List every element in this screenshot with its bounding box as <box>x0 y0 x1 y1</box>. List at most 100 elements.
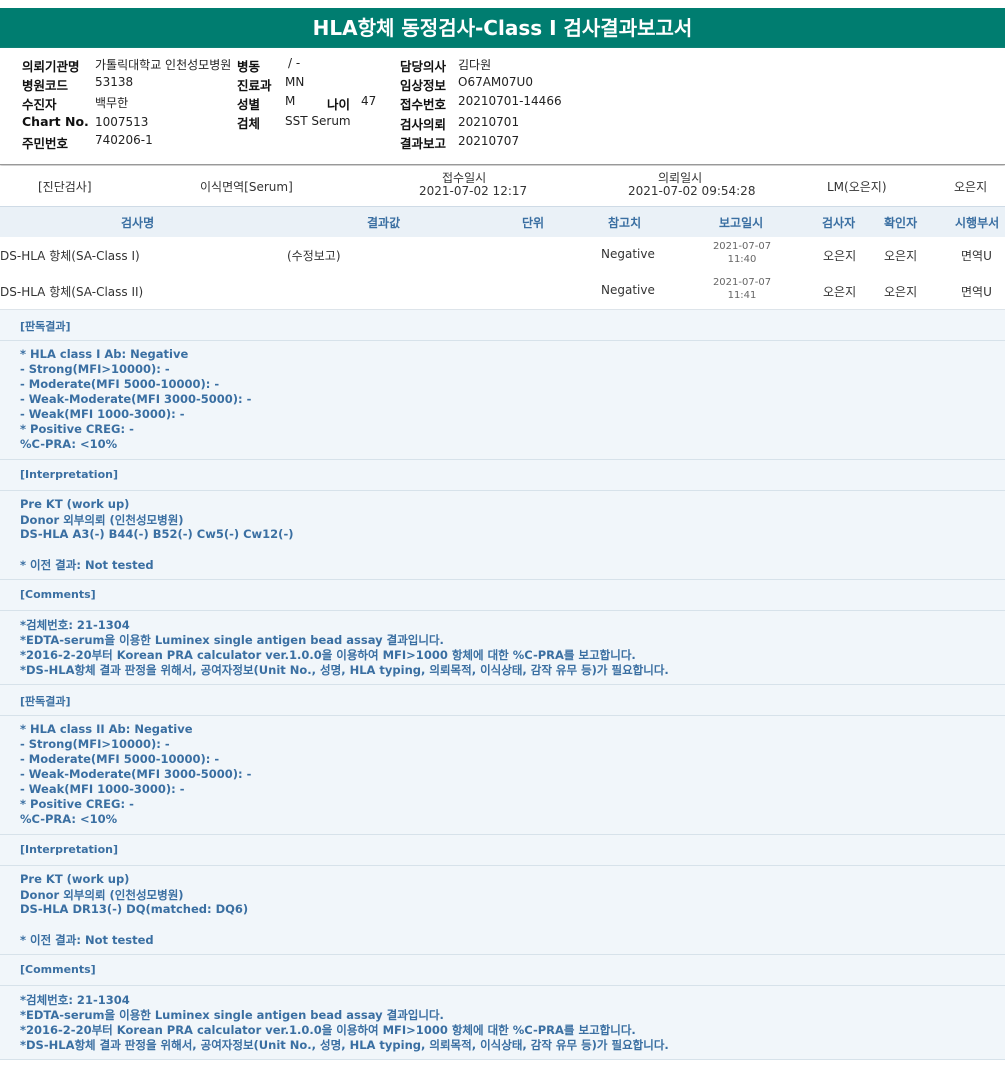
text-line: Donor 외부의뢰 (인천성모병원) <box>20 513 184 527</box>
report-date: 2021-07-07 <box>712 277 772 288</box>
hospital-code-label: 병원코드 <box>22 78 69 93</box>
test-name: DS-HLA 항체(SA-Class I) <box>0 249 140 263</box>
text-line: * 이전 결과: Not tested <box>20 558 154 572</box>
text-line: - Strong(MFI>10000): - <box>20 737 170 751</box>
text-line: %C-PRA: <10% <box>20 812 118 826</box>
table-row[interactable]: DS-HLA 항체(SA-Class I) (수정보고) Negative 20… <box>0 237 1005 274</box>
table-header: 검사명 결과값 단위 참고치 보고일시 검사자 확인자 시행부서 <box>0 206 1005 238</box>
text-line: DS-HLA A3(-) B44(-) B52(-) Cw5(-) Cw12(-… <box>20 527 294 541</box>
sex-label: 성별 <box>237 97 261 112</box>
hospital-value: 가톨릭대학교 인천성모병원 <box>95 58 232 72</box>
section-title: [Interpretation] <box>20 843 118 856</box>
id-value: 740206-1 <box>95 133 153 147</box>
text-line: * HLA class I Ab: Negative <box>20 347 189 361</box>
section-title: [판독결과] <box>20 320 71 333</box>
section-title: [Comments] <box>20 963 96 976</box>
hospital-code-value: 53138 <box>95 75 134 89</box>
text-line: * Positive CREG: - <box>20 797 134 811</box>
hospital-label: 의뢰기관명 <box>22 59 80 74</box>
staff-name: 오은지 <box>954 180 988 194</box>
section-header: [Comments] <box>0 580 1005 611</box>
request-date-label: 검사의뢰 <box>400 117 447 132</box>
text-line: - Moderate(MFI 5000-10000): - <box>20 377 220 391</box>
reference-value: Negative <box>601 247 655 261</box>
section-body: *검체번호: 21-1304 *EDTA-serum을 이용한 Luminex … <box>0 986 1005 1060</box>
specimen-value: SST Serum <box>285 114 351 128</box>
name-label: 수진자 <box>22 97 57 112</box>
section-header: [Interpretation] <box>0 835 1005 866</box>
specimen-label: 검체 <box>237 116 261 131</box>
reception-bar: [진단검사] 이식면역[Serum] 접수일시 2021-07-02 12:17… <box>0 166 1005 206</box>
section-body: Pre KT (work up) Donor 외부의뢰 (인천성모병원) DS-… <box>0 491 1005 580</box>
col-test-name: 검사명 <box>121 216 155 230</box>
section-body: Pre KT (work up) Donor 외부의뢰 (인천성모병원) DS-… <box>0 866 1005 955</box>
section-header: [판독결과] <box>0 310 1005 341</box>
text-line: *검체번호: 21-1304 <box>20 618 130 632</box>
text-line: DS-HLA DR13(-) DQ(matched: DQ6) <box>20 902 249 916</box>
test-name: DS-HLA 항체(SA-Class II) <box>0 285 144 299</box>
section-header: [Interpretation] <box>0 460 1005 491</box>
text-line: *2016-2-20부터 Korean PRA calculator ver.1… <box>20 1023 636 1037</box>
col-dept: 시행부서 <box>955 216 1000 230</box>
section-body: * HLA class I Ab: Negative - Strong(MFI>… <box>0 341 1005 460</box>
section-title: [판독결과] <box>20 695 71 708</box>
col-tester: 검사자 <box>822 216 856 230</box>
doctor-value: 김다원 <box>458 58 492 72</box>
clinical-label: 임상정보 <box>400 78 447 93</box>
text-line: - Moderate(MFI 5000-10000): - <box>20 752 220 766</box>
col-result: 결과값 <box>367 216 401 230</box>
doctor-label: 담당의사 <box>400 59 447 74</box>
text-line: - Weak(MFI 1000-3000): - <box>20 782 185 796</box>
age-value: 47 <box>361 94 377 108</box>
section-title: [Comments] <box>20 588 96 601</box>
table-row[interactable]: DS-HLA 항체(SA-Class II) Negative 2021-07-… <box>0 273 1005 310</box>
tester-name: 오은지 <box>823 285 857 299</box>
staff-lm: LM(오은지) <box>827 180 887 194</box>
section-header: [판독결과] <box>0 685 1005 716</box>
section-body: *검체번호: 21-1304 *EDTA-serum을 이용한 Luminex … <box>0 611 1005 685</box>
sex-value: M <box>285 94 296 108</box>
text-line: * Positive CREG: - <box>20 422 134 436</box>
text-line: - Strong(MFI>10000): - <box>20 362 170 376</box>
reference-value: Negative <box>601 283 655 297</box>
reception-no-label: 접수번호 <box>400 97 447 112</box>
section-header: [Comments] <box>0 955 1005 986</box>
result-value: (수정보고) <box>287 249 341 263</box>
col-checker: 확인자 <box>884 216 918 230</box>
text-line: *DS-HLA항체 결과 판정을 위해서, 공여자정보(Unit No., 성명… <box>20 663 669 677</box>
tester-name: 오은지 <box>823 249 857 263</box>
age-label: 나이 <box>327 97 351 112</box>
dept-name: 면역U <box>961 249 992 263</box>
report-title: HLA항체 동정검사-Class I 검사결과보고서 <box>0 8 1005 48</box>
section-title: [Interpretation] <box>20 468 118 481</box>
text-line: * 이전 결과: Not tested <box>20 933 154 947</box>
checker-name: 오은지 <box>884 285 918 299</box>
col-report-datetime: 보고일시 <box>719 216 764 230</box>
id-label: 주민번호 <box>22 136 69 151</box>
report-time: 11:40 <box>727 254 757 265</box>
report-date-value: 20210707 <box>458 134 520 148</box>
col-unit: 단위 <box>522 216 545 230</box>
chart-value: 1007513 <box>95 115 149 129</box>
received-datetime: 2021-07-02 12:17 <box>419 184 528 198</box>
ward-value: / - <box>288 56 301 70</box>
chart-label: Chart No. <box>22 114 89 129</box>
text-line: - Weak-Moderate(MFI 3000-5000): - <box>20 392 252 406</box>
reception-no-value: 20210701-14466 <box>458 94 562 108</box>
text-line: *검체번호: 21-1304 <box>20 993 130 1007</box>
dept-label: 진료과 <box>237 78 272 93</box>
dept-value: MN <box>285 75 305 89</box>
text-line: %C-PRA: <10% <box>20 437 118 451</box>
patient-info-panel: 의뢰기관명 가톨릭대학교 인천성모병원 병동 / - 담당의사 김다원 병원코드… <box>0 48 1005 165</box>
requested-datetime: 2021-07-02 09:54:28 <box>628 184 756 198</box>
report-date: 2021-07-07 <box>712 241 772 252</box>
text-line: *EDTA-serum을 이용한 Luminex single antigen … <box>20 1008 444 1022</box>
col-reference: 참고치 <box>608 216 642 230</box>
text-line: - Weak-Moderate(MFI 3000-5000): - <box>20 767 252 781</box>
dept-name: 면역U <box>961 285 992 299</box>
specimen-type: 이식면역[Serum] <box>200 180 293 194</box>
clinical-value: O67AM07U0 <box>458 75 533 89</box>
report-date-label: 결과보고 <box>400 136 447 151</box>
text-line: * HLA class II Ab: Negative <box>20 722 193 736</box>
text-line: Donor 외부의뢰 (인천성모병원) <box>20 888 184 902</box>
